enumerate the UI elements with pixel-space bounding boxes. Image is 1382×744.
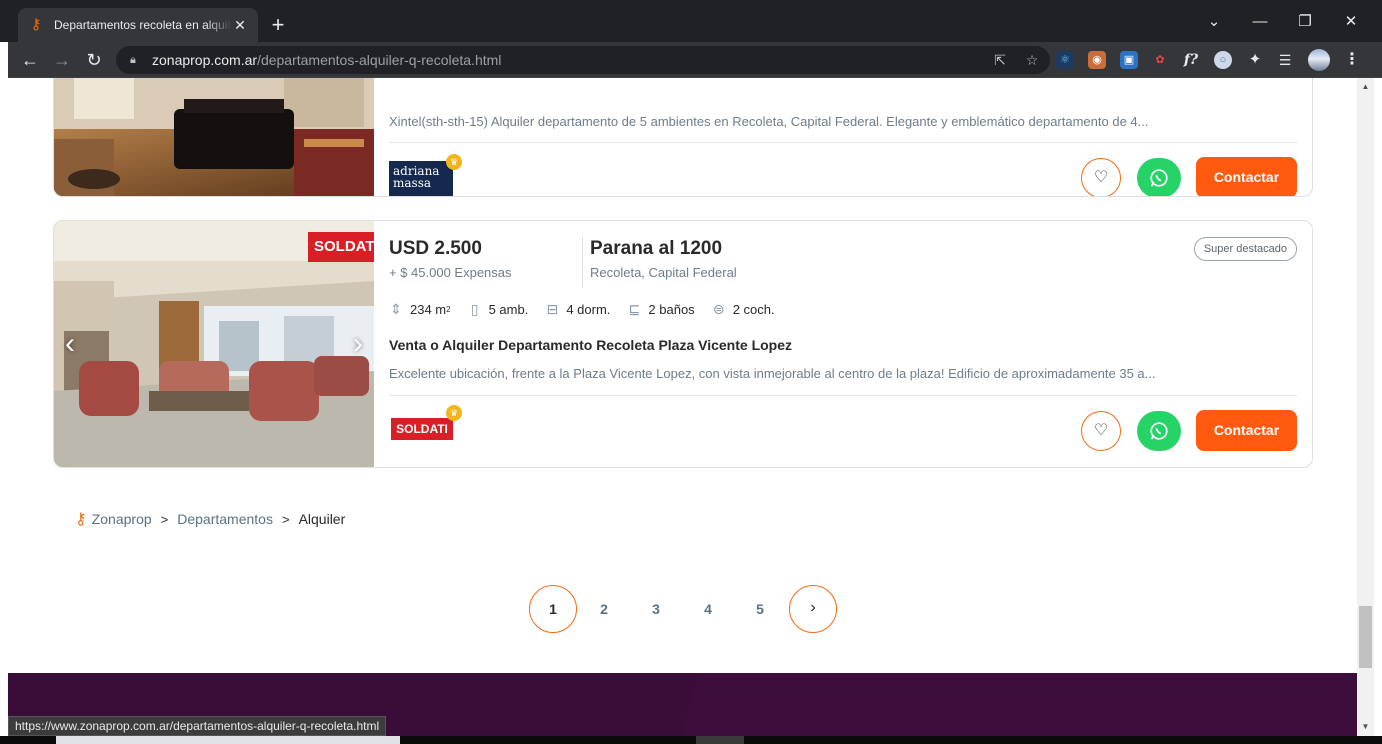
page-4[interactable]: 4 (684, 585, 732, 633)
listing-card[interactable]: SOLDATI ‹ › USD 2.500 + $ 45.000 Expensa… (53, 220, 1313, 468)
listing-address[interactable]: Parana al 1200 (590, 238, 722, 260)
owl-extension-icon[interactable]: ◉ (1088, 51, 1106, 69)
favorite-button[interactable]: ♡ (1081, 411, 1121, 451)
price-address-separator (582, 237, 583, 287)
listing-description: Excelente ubicación, frente a la Plaza V… (389, 366, 1156, 381)
page-3[interactable]: 3 (632, 585, 680, 633)
page-5[interactable]: 5 (736, 585, 784, 633)
whatsapp-button[interactable] (1137, 158, 1181, 196)
reading-list-icon[interactable]: ☰ (1276, 51, 1294, 69)
link-status-bar: https://www.zonaprop.com.ar/departamento… (8, 716, 387, 736)
close-tab-icon[interactable]: ✕ (232, 17, 248, 33)
crown-icon: ♛ (446, 154, 462, 170)
whatsapp-icon (1150, 169, 1168, 187)
door-icon: ▯ (470, 301, 479, 317)
listing-body: Xintel(sth-sth-15) Alquiler departamento… (389, 78, 1297, 196)
listing-photo[interactable]: SOLDATI ‹ › (54, 221, 374, 467)
card-divider (389, 395, 1297, 396)
listing-description: Xintel(sth-sth-15) Alquiler departamento… (389, 114, 1149, 129)
favorite-button[interactable]: ♡ (1081, 158, 1121, 196)
extensions-puzzle-icon[interactable]: ✦ (1246, 51, 1264, 69)
card-divider (389, 142, 1297, 143)
tab-title: Departamentos recoleta en alquiler (54, 18, 232, 32)
zonaprop-key-icon: ⚷ (30, 16, 42, 33)
breadcrumb-separator: > (281, 511, 290, 527)
browser-window: ⚷ Departamentos recoleta en alquiler ✕ +… (0, 0, 1382, 744)
breadcrumb-current: Alquiler (298, 511, 346, 527)
page-1[interactable]: 1 (529, 585, 577, 633)
listing-body: USD 2.500 + $ 45.000 Expensas Parana al … (389, 221, 1297, 467)
listing-features: ⇕ 234 m2 ▯ 5 amb. ⊟ 4 dorm. ⊑ 2 baños ⊜ … (389, 301, 792, 318)
soldati-image-logo: SOLDATI (308, 232, 374, 262)
contact-button[interactable]: Contactar (1196, 157, 1297, 196)
forward-button[interactable]: → (50, 48, 74, 72)
car-icon: ⊜ (712, 301, 725, 317)
tab-search-chevron-icon[interactable]: ⌄ (1202, 12, 1226, 32)
share-icon[interactable]: ⇱ (990, 50, 1010, 70)
area-icon: ⇕ (390, 301, 402, 317)
bookmark-star-icon[interactable]: ☆ (1022, 50, 1042, 70)
breadcrumb-departamentos[interactable]: Departamentos (177, 511, 273, 527)
contact-button[interactable]: Contactar (1196, 410, 1297, 451)
close-window-button[interactable]: ✕ (1339, 12, 1363, 32)
feature-dormitorios: ⊟ 4 dorm. (546, 301, 611, 317)
photo-prev-arrow-icon[interactable]: ‹ (58, 329, 82, 359)
toilet-icon: ⊑ (628, 301, 641, 317)
active-tab[interactable]: ⚷ Departamentos recoleta en alquiler ✕ (18, 8, 258, 42)
page-2[interactable]: 2 (580, 585, 628, 633)
feature-banos: ⊑ 2 baños (628, 301, 695, 317)
scroll-up-icon[interactable]: ▲ (1357, 80, 1374, 94)
reload-button[interactable]: ↻ (82, 48, 106, 72)
url-text: zonaprop.com.ar/departamentos-alquiler-q… (152, 52, 502, 68)
next-page-button[interactable]: › (789, 585, 837, 633)
feature-cocheras: ⊜ 2 coch. (712, 301, 775, 317)
breadcrumb-zonaprop[interactable]: Zonaprop (92, 511, 152, 527)
listing-card[interactable]: Xintel(sth-sth-15) Alquiler departamento… (53, 78, 1313, 197)
publisher-logo-soldati[interactable]: SOLDATI (391, 418, 453, 440)
feature-ambientes: ▯ 5 amb. (468, 301, 529, 318)
browser-menu-icon[interactable]: ⋮ (1343, 51, 1361, 69)
listing-location: Recoleta, Capital Federal (590, 265, 737, 280)
breadcrumb: ⚷ Zonaprop > Departamentos > Alquiler (75, 509, 345, 529)
address-bar[interactable]: 🔒︎ zonaprop.com.ar/departamentos-alquile… (116, 46, 1050, 74)
listing-expensas: + $ 45.000 Expensas (389, 265, 512, 280)
taskbar-app[interactable] (696, 736, 744, 744)
crown-icon: ♛ (446, 405, 462, 421)
lock-icon[interactable]: 🔒︎ (130, 53, 142, 67)
bed-icon: ⊟ (546, 301, 559, 317)
minimize-button[interactable]: — (1248, 12, 1272, 32)
breadcrumb-separator: > (160, 511, 169, 527)
os-taskbar (0, 736, 1382, 744)
scroll-down-icon[interactable]: ▼ (1357, 720, 1374, 734)
scroll-thumb[interactable] (1359, 606, 1372, 668)
photo-next-arrow-icon[interactable]: › (346, 329, 370, 359)
circle-extension-icon[interactable]: ○ (1214, 51, 1232, 69)
react-devtools-icon[interactable]: ⚛ (1056, 51, 1074, 69)
page-scrollbar[interactable]: ▲ ▼ (1357, 78, 1374, 736)
pagination: 1 2 3 4 5 › (8, 585, 1357, 633)
super-destacado-badge: Super destacado (1193, 237, 1297, 261)
taskbar-search[interactable] (56, 736, 400, 744)
new-tab-button[interactable]: + (266, 14, 290, 36)
profile-avatar[interactable] (1308, 49, 1330, 71)
listing-photo[interactable] (54, 78, 374, 196)
picture-in-picture-icon[interactable]: ▣ (1120, 51, 1138, 69)
font-inspector-icon[interactable]: f? (1182, 51, 1200, 69)
listing-title[interactable]: Venta o Alquiler Departamento Recoleta P… (389, 337, 792, 353)
restore-button[interactable]: ❐ (1293, 12, 1317, 32)
zonaprop-key-icon: ⚷ (75, 511, 87, 528)
page-content: Xintel(sth-sth-15) Alquiler departamento… (8, 78, 1357, 736)
publisher-logo-adriana-massa[interactable]: adriana massa (389, 161, 453, 196)
color-picker-icon[interactable]: ✿ (1151, 51, 1169, 69)
back-button[interactable]: ← (18, 48, 42, 72)
listing-price: USD 2.500 (389, 238, 482, 259)
living-room-piano-photo (54, 78, 374, 196)
whatsapp-icon (1150, 422, 1168, 440)
whatsapp-button[interactable] (1137, 411, 1181, 451)
browser-toolbar: ← → ↻ 🔒︎ zonaprop.com.ar/departamentos-a… (8, 42, 1382, 78)
tab-strip: ⚷ Departamentos recoleta en alquiler ✕ +… (0, 0, 1382, 42)
feature-area: ⇕ 234 m2 (390, 301, 451, 317)
